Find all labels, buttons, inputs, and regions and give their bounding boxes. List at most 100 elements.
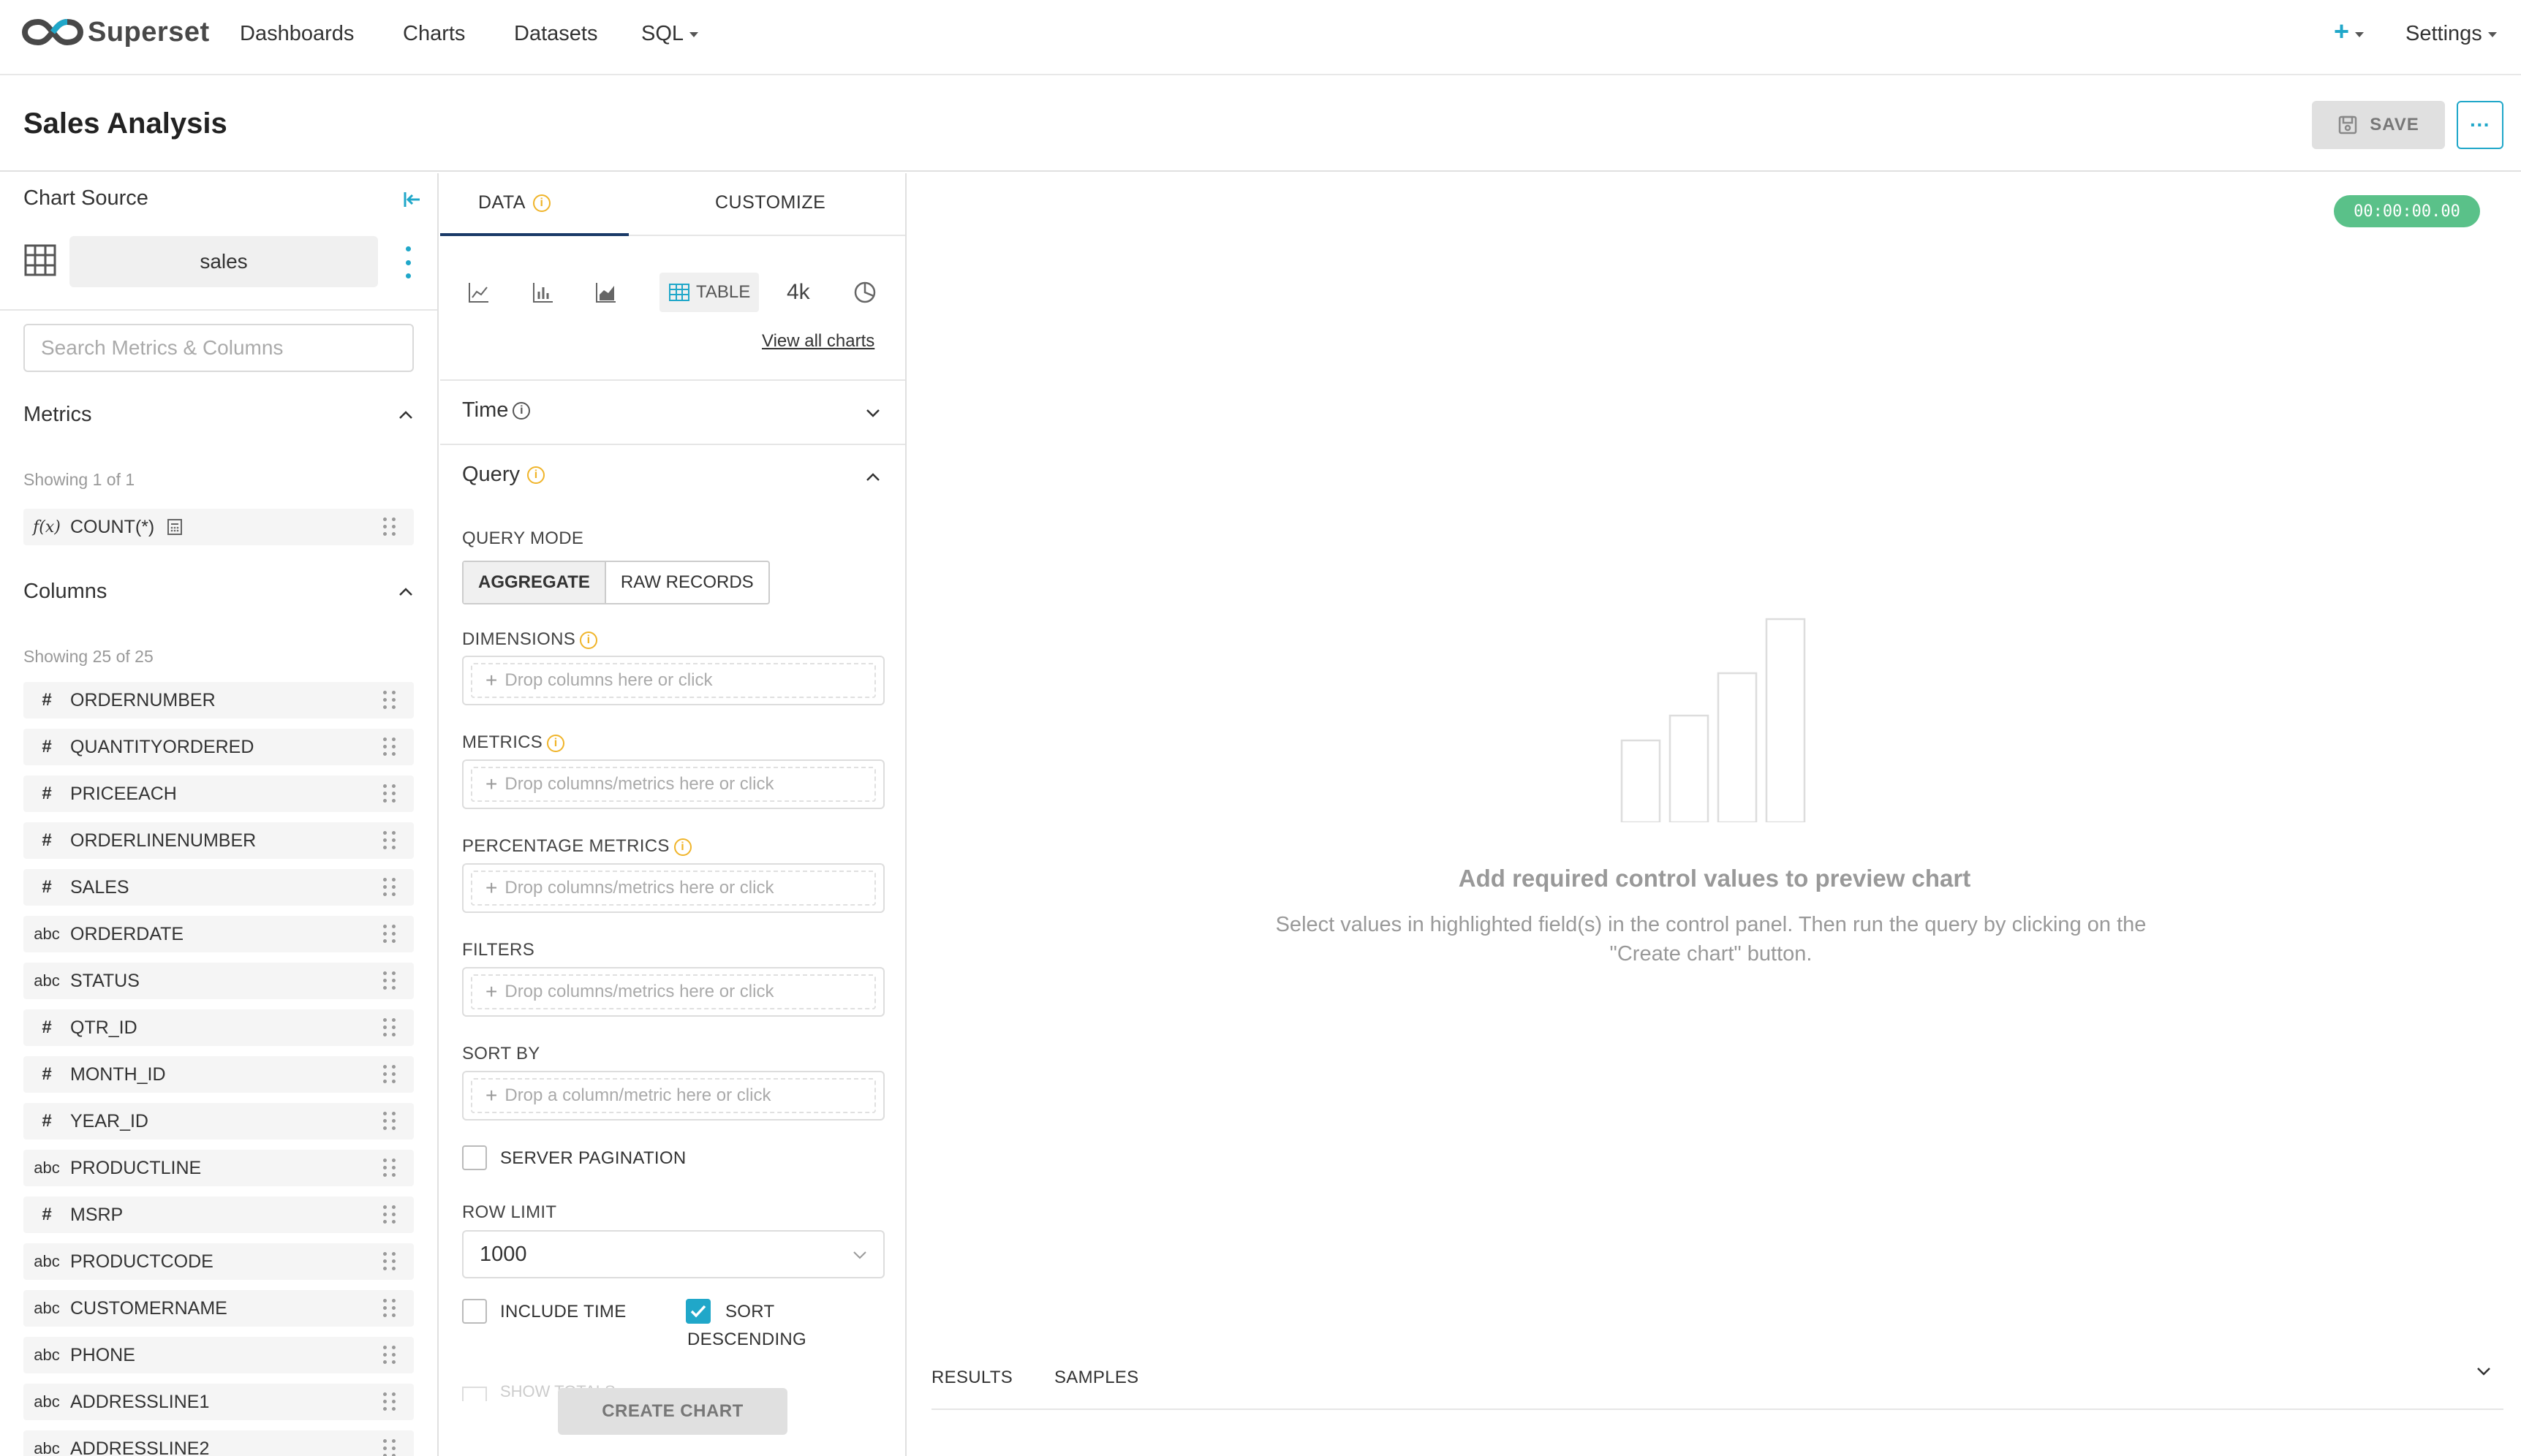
dimensions-dropzone[interactable]: + Drop columns here or click <box>462 656 885 705</box>
column-item[interactable]: abc CUSTOMERNAME <box>23 1290 414 1327</box>
chart-type-picker: TABLE 4k <box>440 270 905 321</box>
chart-source-title: Chart Source <box>23 186 148 210</box>
column-item[interactable]: # ORDERNUMBER <box>23 682 414 718</box>
drag-handle-icon[interactable] <box>383 1112 398 1131</box>
chevron-up-icon[interactable] <box>395 404 417 426</box>
drag-handle-icon[interactable] <box>383 738 398 757</box>
sort-by-dropzone[interactable]: + Drop a column/metric here or click <box>462 1071 885 1121</box>
empty-state-title: Add required control values to preview c… <box>1458 865 1971 892</box>
more-actions-button[interactable]: ··· <box>2457 101 2503 149</box>
percentage-metrics-dropzone[interactable]: + Drop columns/metrics here or click <box>462 863 885 913</box>
chevron-up-icon[interactable] <box>863 467 883 488</box>
column-item[interactable]: # YEAR_ID <box>23 1103 414 1140</box>
column-item[interactable]: # SALES <box>23 869 414 906</box>
nav-charts[interactable]: Charts <box>403 22 465 46</box>
column-label: PRODUCTLINE <box>70 1157 202 1178</box>
drag-handle-icon[interactable] <box>383 1299 398 1318</box>
time-section[interactable]: Time i <box>462 398 531 422</box>
drag-handle-icon[interactable] <box>383 1159 398 1178</box>
view-all-charts-link[interactable]: View all charts <box>762 331 874 352</box>
chevron-down-icon[interactable] <box>2473 1360 2495 1382</box>
tab-results[interactable]: RESULTS <box>931 1368 1013 1388</box>
page-title[interactable]: Sales Analysis <box>23 107 227 140</box>
table-icon <box>669 284 689 301</box>
column-item[interactable]: # MONTH_ID <box>23 1056 414 1093</box>
column-item[interactable]: abc ADDRESSLINE2 <box>23 1430 414 1456</box>
nav-sql[interactable]: SQL <box>641 22 699 46</box>
collapse-panel-icon[interactable] <box>401 188 424 211</box>
bar-chart-icon[interactable] <box>531 280 556 305</box>
drag-handle-icon[interactable] <box>383 971 398 990</box>
save-button[interactable]: SAVE <box>2312 101 2445 149</box>
column-label: SALES <box>70 876 129 898</box>
tab-samples[interactable]: SAMPLES <box>1054 1368 1138 1388</box>
filters-dropzone[interactable]: + Drop columns/metrics here or click <box>462 967 885 1017</box>
table-chart-option[interactable]: TABLE <box>659 273 760 312</box>
drag-handle-icon[interactable] <box>383 925 398 944</box>
divider <box>0 309 437 311</box>
metrics-section-title[interactable]: Metrics <box>23 403 91 427</box>
settings-menu[interactable]: Settings <box>2405 22 2497 46</box>
nav-dashboards[interactable]: Dashboards <box>240 22 354 46</box>
column-item[interactable]: # QUANTITYORDERED <box>23 729 414 765</box>
raw-records-button[interactable]: RAW RECORDS <box>606 562 768 603</box>
server-pagination-checkbox[interactable] <box>462 1145 487 1170</box>
pie-chart-icon[interactable] <box>853 280 877 305</box>
chevron-down-icon[interactable] <box>863 403 883 423</box>
tab-customize[interactable]: CUSTOMIZE <box>715 192 825 213</box>
drag-handle-icon[interactable] <box>383 691 398 710</box>
drag-handle-icon[interactable] <box>383 831 398 850</box>
metrics-label: METRICS <box>462 732 543 752</box>
metric-item[interactable]: f(x) COUNT(*) <box>23 509 414 545</box>
column-item[interactable]: abc STATUS <box>23 963 414 999</box>
column-item[interactable]: # PRICEEACH <box>23 776 414 812</box>
include-time-checkbox[interactable] <box>462 1299 487 1324</box>
column-item[interactable]: abc ORDERDATE <box>23 916 414 952</box>
chevron-up-icon[interactable] <box>395 581 417 603</box>
column-item[interactable]: # QTR_ID <box>23 1009 414 1046</box>
drag-handle-icon[interactable] <box>383 784 398 803</box>
column-item[interactable]: # ORDERLINENUMBER <box>23 822 414 859</box>
drag-handle-icon[interactable] <box>383 1252 398 1271</box>
dataset-name[interactable]: sales <box>69 236 378 287</box>
query-section-title: Query <box>462 463 520 486</box>
numeric-type-icon: # <box>42 737 52 757</box>
column-label: ORDERLINENUMBER <box>70 830 257 851</box>
drag-handle-icon[interactable] <box>383 1018 398 1037</box>
column-item[interactable]: abc PRODUCTLINE <box>23 1150 414 1186</box>
big-number-chart-option[interactable]: 4k <box>787 280 810 305</box>
filters-label: FILTERS <box>462 940 535 960</box>
drag-handle-icon[interactable] <box>383 1439 398 1456</box>
query-section[interactable]: Query i <box>462 463 545 487</box>
row-limit-select[interactable]: 1000 <box>462 1230 885 1278</box>
numeric-type-icon: # <box>42 830 52 850</box>
drag-handle-icon[interactable] <box>383 1205 398 1224</box>
columns-section-title[interactable]: Columns <box>23 580 107 604</box>
nav-datasets[interactable]: Datasets <box>514 22 597 46</box>
column-item[interactable]: abc ADDRESSLINE1 <box>23 1384 414 1420</box>
create-chart-button[interactable]: CREATE CHART <box>558 1388 787 1435</box>
drag-handle-icon[interactable] <box>383 517 398 536</box>
search-input[interactable] <box>23 324 414 372</box>
tab-data[interactable]: DATA i <box>478 192 551 213</box>
column-item[interactable]: abc PRODUCTCODE <box>23 1243 414 1280</box>
new-menu[interactable]: + <box>2334 16 2365 47</box>
metrics-dropzone[interactable]: + Drop columns/metrics here or click <box>462 759 885 809</box>
area-chart-icon[interactable] <box>594 280 619 305</box>
function-icon: f(x) <box>33 517 61 536</box>
row-limit-label: ROW LIMIT <box>462 1202 557 1222</box>
drag-handle-icon[interactable] <box>383 1392 398 1411</box>
dataset-menu-icon[interactable] <box>401 246 415 278</box>
divider <box>440 444 905 445</box>
line-chart-icon[interactable] <box>466 280 491 305</box>
column-item[interactable]: abc PHONE <box>23 1337 414 1373</box>
aggregate-button[interactable]: AGGREGATE <box>464 562 606 603</box>
sort-descending-checkbox[interactable] <box>686 1299 711 1324</box>
brand-logo[interactable]: Superset <box>22 16 210 48</box>
drag-handle-icon[interactable] <box>383 1346 398 1365</box>
column-item[interactable]: # MSRP <box>23 1197 414 1233</box>
drag-handle-icon[interactable] <box>383 1065 398 1084</box>
faded-checkbox <box>462 1387 487 1401</box>
drag-handle-icon[interactable] <box>383 878 398 897</box>
info-icon: i <box>532 194 551 213</box>
